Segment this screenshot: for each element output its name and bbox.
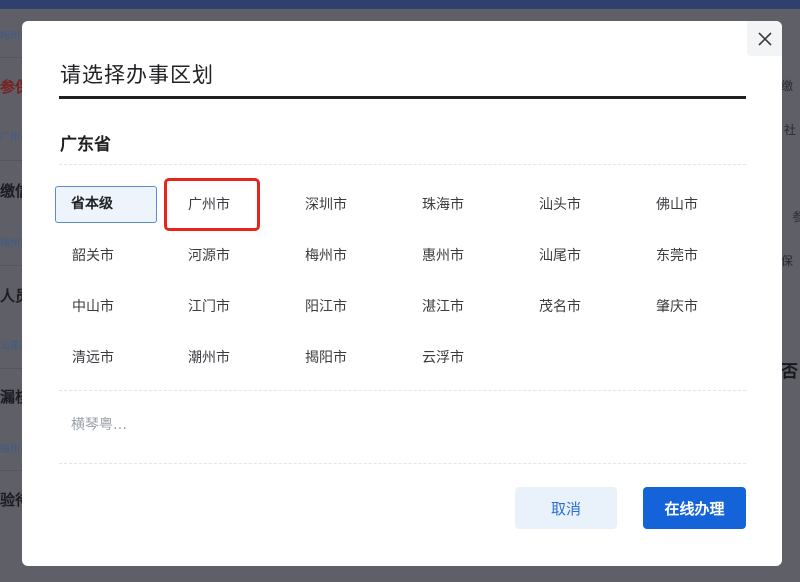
online-process-button[interactable]: 在线办理 xyxy=(643,487,746,529)
top-navigation-bar xyxy=(0,0,800,9)
background-left-sub: 梅州市 xyxy=(0,31,24,42)
background-divider xyxy=(0,160,22,161)
city-option[interactable]: 潮州市 xyxy=(172,340,272,376)
city-option[interactable]: 肇庆市 xyxy=(640,289,740,325)
city-option[interactable]: 广州市 xyxy=(172,187,272,223)
city-option[interactable]: 韶关市 xyxy=(56,238,156,274)
background-left-sub: 广州市 xyxy=(0,132,24,143)
dashed-divider xyxy=(59,164,746,165)
background-divider xyxy=(0,265,22,266)
dialog-title: 请选择办事区划 xyxy=(60,63,214,87)
city-option[interactable]: 惠州市 xyxy=(406,238,506,274)
city-option[interactable]: 茂名市 xyxy=(523,289,623,325)
background-divider xyxy=(0,57,22,58)
city-option[interactable]: 珠海市 xyxy=(406,187,506,223)
close-icon xyxy=(757,31,772,46)
more-region-link[interactable]: 横琴粤… xyxy=(71,414,127,434)
province-heading: 广东省 xyxy=(60,135,111,155)
city-option[interactable]: 东莞市 xyxy=(640,238,740,274)
background-right-item: 否 xyxy=(781,362,798,382)
close-button[interactable] xyxy=(747,21,782,56)
city-option[interactable]: 汕头市 xyxy=(523,187,623,223)
city-option[interactable]: 佛山市 xyxy=(640,187,740,223)
dashed-divider xyxy=(59,463,746,464)
city-option[interactable]: 深圳市 xyxy=(289,187,389,223)
city-option[interactable]: 梅州市 xyxy=(289,238,389,274)
background-divider xyxy=(0,368,22,369)
city-option[interactable]: 省本级 xyxy=(55,186,157,223)
city-option[interactable]: 清远市 xyxy=(56,340,156,376)
city-option[interactable]: 汕尾市 xyxy=(523,238,623,274)
city-option[interactable]: 中山市 xyxy=(56,289,156,325)
cancel-button[interactable]: 取消 xyxy=(515,487,617,529)
city-option[interactable]: 河源市 xyxy=(172,238,272,274)
city-option[interactable]: 云浮市 xyxy=(406,340,506,376)
background-divider xyxy=(0,470,22,471)
background-right-item: 保 xyxy=(781,254,794,268)
city-option[interactable]: 揭阳市 xyxy=(289,340,389,376)
title-underline xyxy=(59,96,746,99)
background-left-sub: 梅州市 xyxy=(0,444,24,455)
background-left-sub: 梅州市 xyxy=(0,238,24,249)
dashed-divider xyxy=(59,390,746,391)
city-option[interactable]: 江门市 xyxy=(172,289,272,325)
background-right-item: 缴 xyxy=(781,79,794,93)
city-option[interactable]: 阳江市 xyxy=(289,289,389,325)
background-right-item: 参 xyxy=(792,210,800,224)
city-option[interactable]: 湛江市 xyxy=(406,289,506,325)
background-left-sub: 汕尾市 xyxy=(0,341,24,352)
background-right-item: 社 xyxy=(784,123,797,137)
